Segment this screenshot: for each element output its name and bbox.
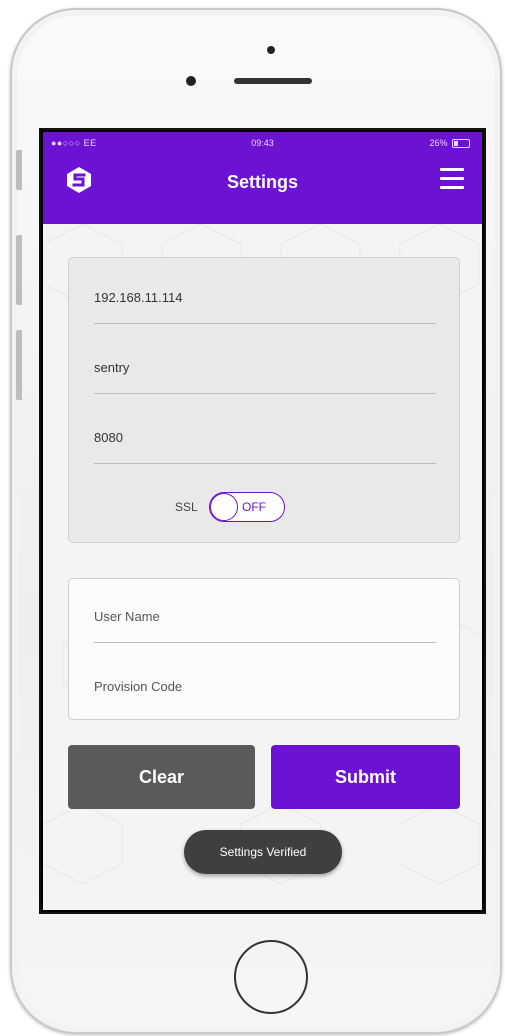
- server-settings-card: 192.168.11.114 sentry 8080 SSL OFF: [68, 257, 460, 543]
- ssl-toggle[interactable]: OFF: [209, 492, 285, 522]
- provision-code-field[interactable]: Provision Code: [94, 675, 436, 713]
- mute-switch: [16, 150, 22, 190]
- battery-icon: [452, 139, 470, 149]
- phone-screen: ●●○○○ EE 09:43 26% Settings 192.168.11.1…: [39, 128, 486, 914]
- host-value: 192.168.11.114: [94, 290, 183, 305]
- hamburger-menu-icon[interactable]: [440, 168, 464, 190]
- port-value: 8080: [94, 430, 123, 445]
- app-view: ●●○○○ EE 09:43 26% Settings 192.168.11.1…: [43, 132, 482, 910]
- clear-button[interactable]: Clear: [68, 745, 255, 809]
- toggle-knob: [210, 493, 238, 521]
- battery-indicator: 26%: [429, 138, 470, 149]
- username-field[interactable]: User Name: [94, 605, 436, 643]
- port-field[interactable]: 8080: [94, 426, 436, 464]
- username-placeholder: User Name: [94, 609, 160, 624]
- page-title: Settings: [226, 172, 298, 192]
- ssl-label: SSL: [175, 500, 198, 514]
- status-time: 09:43: [251, 138, 274, 148]
- home-button[interactable]: [234, 940, 308, 1014]
- proximity-sensor: [267, 46, 275, 54]
- provision-code-placeholder: Provision Code: [94, 679, 183, 694]
- toast-notification: Settings Verified: [184, 830, 342, 874]
- volume-down-button: [16, 330, 22, 400]
- host-field[interactable]: 192.168.11.114: [94, 286, 436, 324]
- path-value: sentry: [94, 360, 130, 375]
- path-field[interactable]: sentry: [94, 356, 436, 394]
- ssl-toggle-state: OFF: [242, 500, 266, 514]
- credentials-card: User Name Provision Code: [68, 578, 460, 720]
- front-camera: [186, 76, 196, 86]
- battery-percent: 26%: [429, 138, 448, 148]
- status-bar: ●●○○○ EE 09:43 26%: [43, 136, 482, 150]
- app-header: ●●○○○ EE 09:43 26% Settings: [43, 132, 482, 224]
- submit-button[interactable]: Submit: [271, 745, 460, 809]
- volume-up-button: [16, 235, 22, 305]
- earpiece-speaker: [234, 78, 312, 84]
